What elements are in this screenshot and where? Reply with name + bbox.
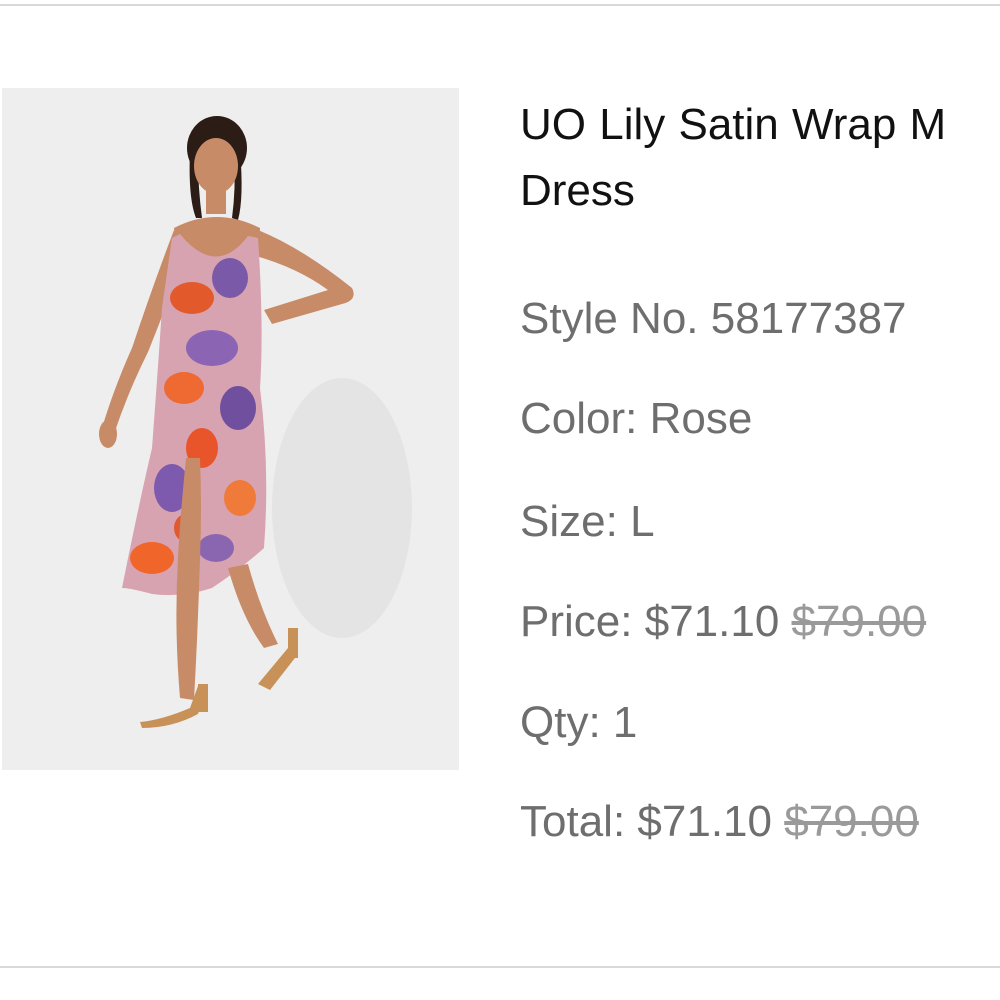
quantity-row: Qty: 1 (520, 698, 637, 748)
original-price: $79.00 (791, 597, 927, 646)
size-value: L (630, 497, 655, 546)
style-number-label: Style No. (520, 294, 699, 343)
price-value: $71.10 (644, 597, 780, 646)
size-row: Size: L (520, 497, 655, 547)
quantity-label: Qty: (520, 698, 601, 747)
original-total: $79.00 (784, 797, 919, 846)
total-value: $71.10 (637, 797, 772, 846)
product-details: UO Lily Satin Wrap M Dress Style No. 5817… (520, 92, 1000, 872)
quantity-value: 1 (612, 698, 638, 747)
bottom-divider (0, 966, 1000, 968)
price-row: Price: $71.10 $79.00 (520, 597, 926, 647)
size-label: Size: (520, 497, 618, 546)
product-title[interactable]: UO Lily Satin Wrap M Dress (520, 92, 1000, 224)
total-label: Total: (520, 797, 626, 846)
total-row: Total: $71.10 $79.00 (520, 797, 919, 847)
color-row: Color: Rose (520, 394, 752, 444)
color-value: Rose (649, 394, 753, 443)
product-title-line2: Dress (520, 166, 635, 215)
top-divider (0, 4, 1000, 6)
color-label: Color: (520, 394, 638, 443)
dress-photo-illustration (2, 88, 459, 770)
style-number-row: Style No. 58177387 (520, 294, 907, 344)
price-label: Price: (520, 597, 633, 646)
style-number-value: 58177387 (710, 294, 907, 343)
product-title-line1: UO Lily Satin Wrap M (520, 100, 947, 149)
product-image[interactable] (2, 88, 459, 770)
